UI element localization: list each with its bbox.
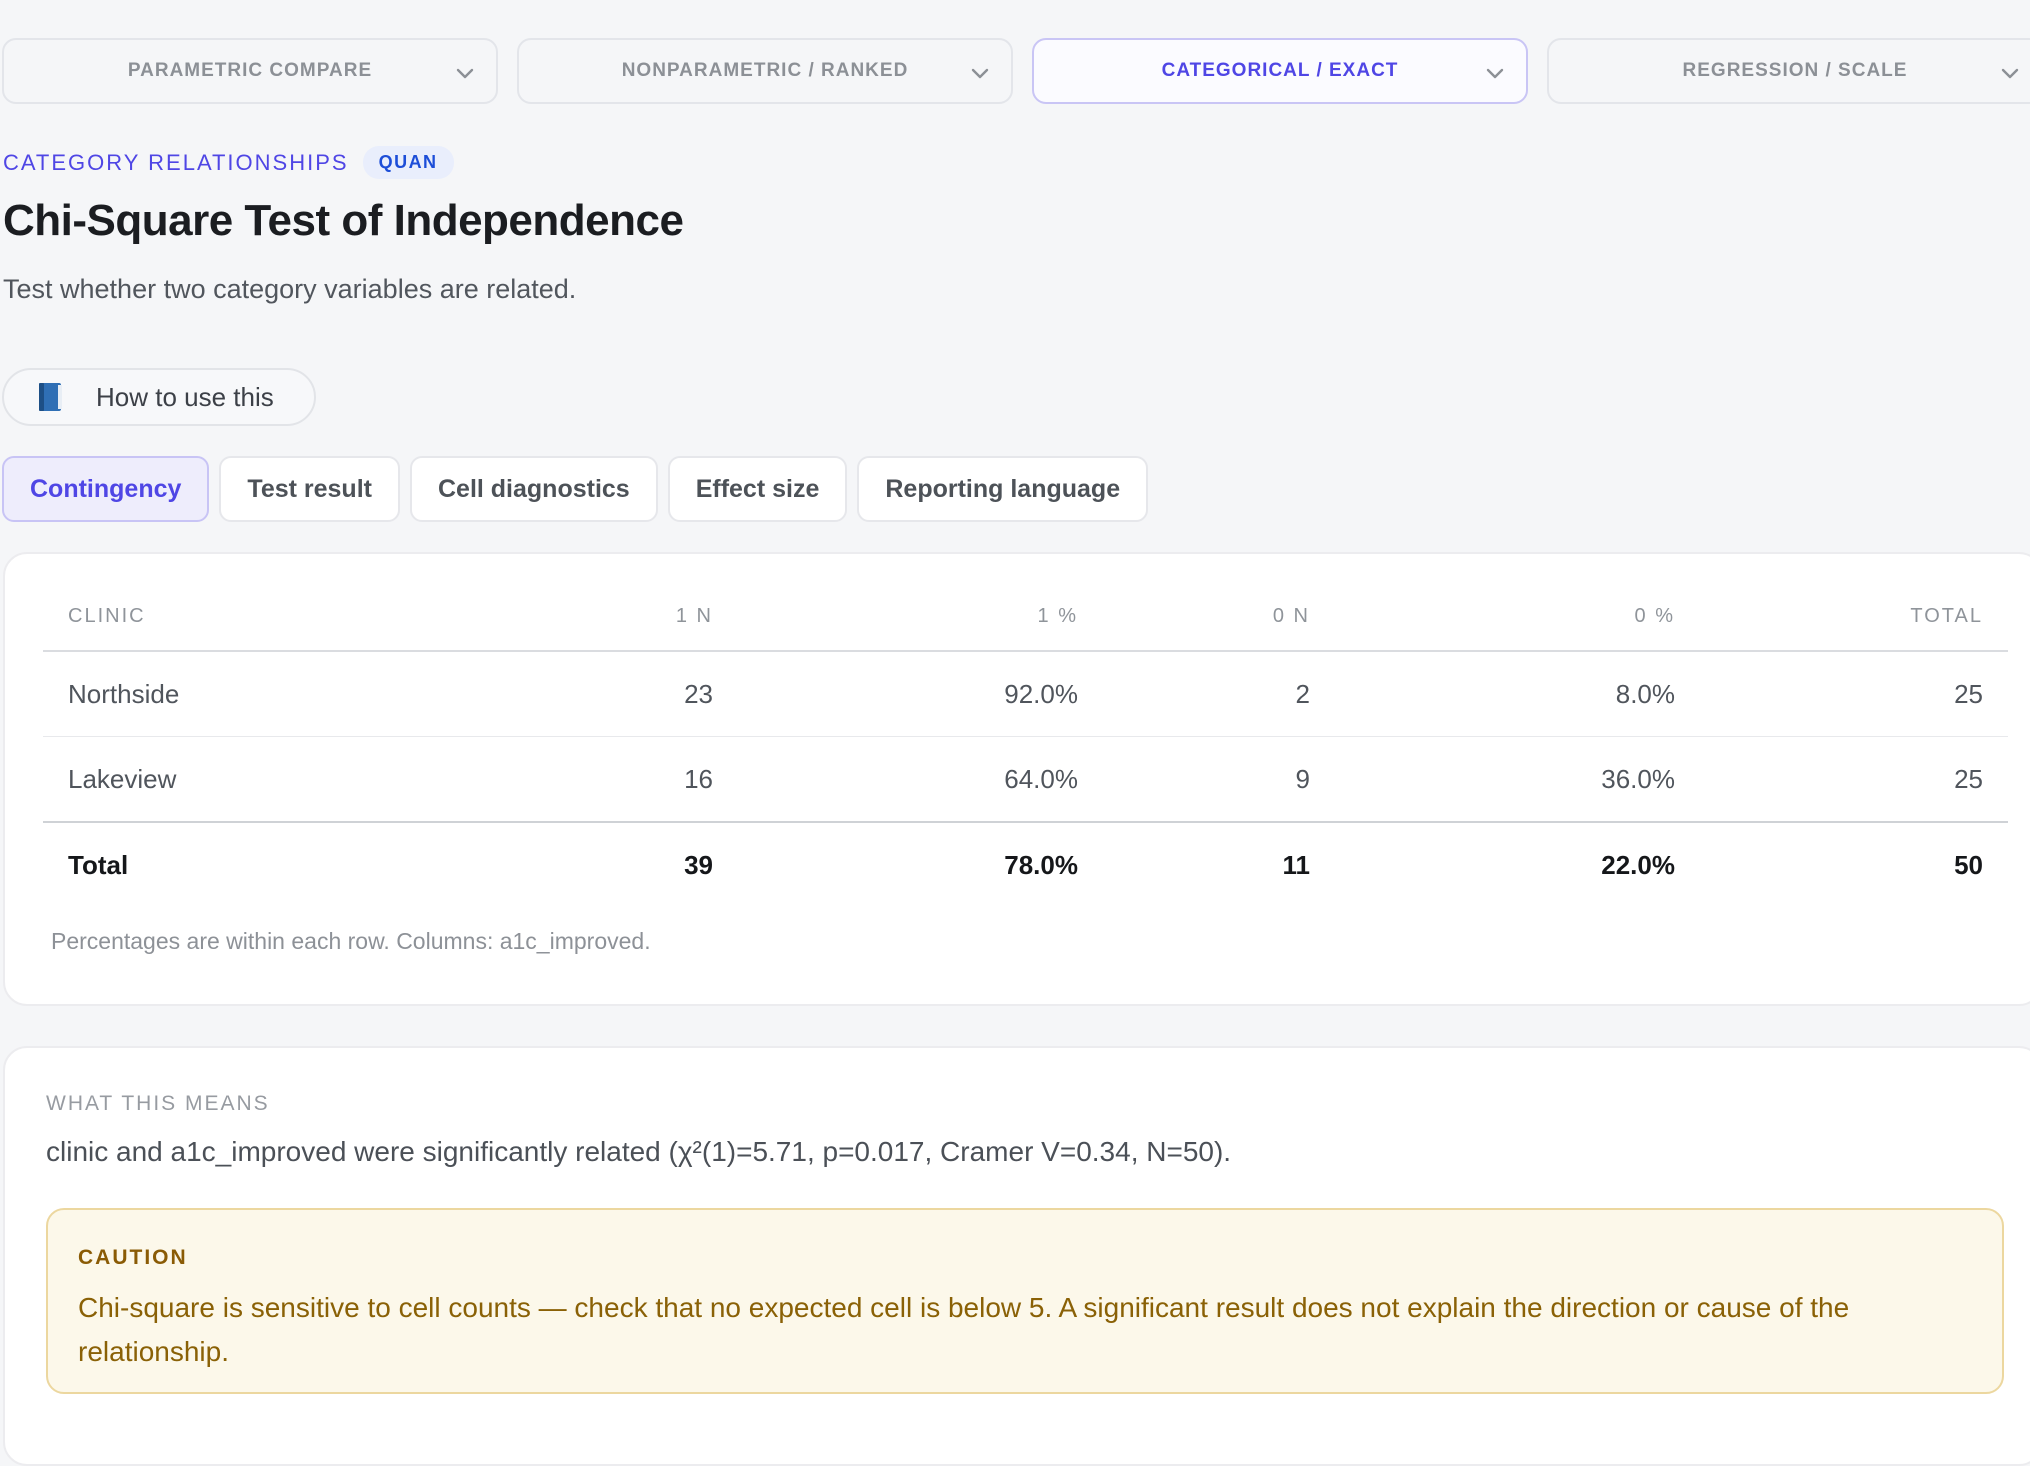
table-cell: 25 bbox=[1700, 736, 2008, 823]
table-cell: 22.0% bbox=[1335, 821, 1700, 907]
segment-label: REGRESSION / SCALE bbox=[1682, 60, 1908, 81]
tab-effect-size[interactable]: Effect size bbox=[667, 456, 848, 522]
caution-text: Chi-square is sensitive to cell counts —… bbox=[78, 1292, 1850, 1367]
segment-label: CATEGORICAL / EXACT bbox=[1161, 60, 1399, 81]
table-cell: Total bbox=[43, 821, 373, 907]
table-cell: 36.0% bbox=[1335, 736, 1700, 823]
table-cell: 23 bbox=[373, 651, 738, 737]
caution-label: CAUTION bbox=[78, 1246, 188, 1269]
table-row: Northside 23 92.0% 2 8.0% 25 bbox=[43, 651, 2008, 737]
column-header-clinic: CLINIC bbox=[43, 582, 373, 652]
segment-categorical-exact[interactable]: CATEGORICAL / EXACT bbox=[1032, 38, 1528, 104]
chevron-down-icon bbox=[967, 60, 993, 86]
contingency-card: CLINIC 1 N 1 % 0 N 0 % TOTAL Northside 2… bbox=[3, 552, 2030, 1006]
page-subtitle: Test whether two category variables are … bbox=[3, 274, 577, 304]
table-footnote: Percentages are within each row. Columns… bbox=[51, 928, 651, 954]
method-badge: QUAN bbox=[362, 146, 454, 179]
table-header-row: CLINIC 1 N 1 % 0 N 0 % TOTAL bbox=[43, 582, 2008, 652]
table-cell: 11 bbox=[1103, 821, 1335, 907]
table-cell: 92.0% bbox=[738, 651, 1103, 737]
tab-test-result[interactable]: Test result bbox=[219, 456, 400, 522]
table-cell: 2 bbox=[1103, 651, 1335, 737]
segment-nonparametric-ranked[interactable]: NONPARAMETRIC / RANKED bbox=[517, 38, 1013, 104]
chevron-down-icon bbox=[1997, 60, 2023, 86]
book-icon bbox=[36, 381, 66, 413]
segment-label: NONPARAMETRIC / RANKED bbox=[621, 60, 909, 81]
page-eyebrow: CATEGORY RELATIONSHIPS QUAN bbox=[3, 146, 454, 179]
segment-regression-scale[interactable]: REGRESSION / SCALE bbox=[1547, 38, 2030, 104]
column-header-1-pct: 1 % bbox=[738, 582, 1103, 652]
chevron-down-icon bbox=[452, 60, 478, 86]
table-cell: 78.0% bbox=[738, 821, 1103, 907]
interpretation-card: WHAT THIS MEANS clinic and a1c_improved … bbox=[3, 1046, 2030, 1466]
segment-parametric-compare[interactable]: PARAMETRIC COMPARE bbox=[2, 38, 498, 104]
how-to-use-label: How to use this bbox=[96, 381, 274, 412]
column-header-0-n: 0 N bbox=[1103, 582, 1335, 652]
table-cell: 16 bbox=[373, 736, 738, 823]
column-header-0-pct: 0 % bbox=[1335, 582, 1700, 652]
category-selector: PARAMETRIC COMPARE NONPARAMETRIC / RANKE… bbox=[2, 38, 2030, 106]
table-cell: 8.0% bbox=[1335, 651, 1700, 737]
table-cell: 39 bbox=[373, 821, 738, 907]
tab-contingency[interactable]: Contingency bbox=[2, 456, 210, 522]
column-header-1-n: 1 N bbox=[373, 582, 738, 652]
category-label: CATEGORY RELATIONSHIPS bbox=[3, 149, 349, 175]
column-header-total: TOTAL bbox=[1700, 582, 2008, 652]
contingency-table: CLINIC 1 N 1 % 0 N 0 % TOTAL Northside 2… bbox=[43, 582, 2008, 907]
interpretation-label: WHAT THIS MEANS bbox=[46, 1092, 270, 1115]
how-to-use-button[interactable]: How to use this bbox=[2, 368, 316, 426]
interpretation-text: clinic and a1c_improved were significant… bbox=[46, 1136, 1232, 1167]
table-cell: 64.0% bbox=[738, 736, 1103, 823]
table-cell: 9 bbox=[1103, 736, 1335, 823]
table-cell: 50 bbox=[1700, 821, 2008, 907]
caution-callout: CAUTION Chi-square is sensitive to cell … bbox=[46, 1208, 2004, 1394]
tab-reporting-language[interactable]: Reporting language bbox=[857, 456, 1149, 522]
segment-label: PARAMETRIC COMPARE bbox=[127, 60, 373, 81]
table-cell: 25 bbox=[1700, 651, 2008, 737]
table-total-row: Total 39 78.0% 11 22.0% 50 bbox=[43, 821, 2008, 907]
table-cell: Northside bbox=[43, 651, 373, 737]
tab-cell-diagnostics[interactable]: Cell diagnostics bbox=[409, 456, 658, 522]
chevron-down-icon bbox=[1482, 60, 1508, 86]
table-row: Lakeview 16 64.0% 9 36.0% 25 bbox=[43, 736, 2008, 823]
page-title: Chi-Square Test of Independence bbox=[3, 196, 684, 245]
result-tabs: Contingency Test result Cell diagnostics… bbox=[2, 456, 1149, 522]
table-cell: Lakeview bbox=[43, 736, 373, 823]
